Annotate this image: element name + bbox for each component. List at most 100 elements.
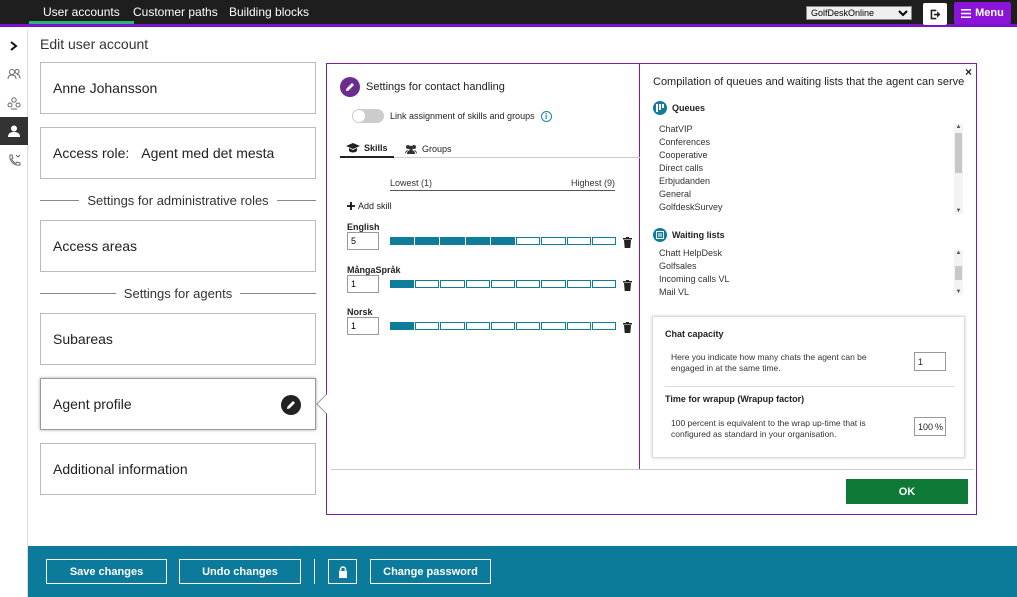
- skill-level-input[interactable]: [347, 317, 379, 335]
- tab-groups[interactable]: Groups: [398, 139, 458, 158]
- save-changes-button[interactable]: Save changes: [46, 559, 167, 584]
- skill-level-segment[interactable]: [415, 237, 440, 245]
- scroll-down-icon[interactable]: ▼: [954, 289, 963, 295]
- lock-button[interactable]: [328, 559, 357, 584]
- skill-level-segment[interactable]: [541, 237, 566, 245]
- skill-level-segment[interactable]: [566, 237, 591, 245]
- skill-level-segment[interactable]: [440, 322, 465, 330]
- queues-icon: [653, 101, 667, 115]
- nav-tab-user-accounts[interactable]: User accounts: [29, 0, 134, 24]
- list-item[interactable]: Cooperative: [659, 149, 964, 162]
- skill-level-segment[interactable]: [566, 322, 591, 330]
- skill-level-bar[interactable]: [390, 237, 616, 245]
- list-item[interactable]: Incoming calls VL: [659, 273, 964, 286]
- additional-info-label: Additional information: [53, 461, 188, 477]
- sidebar-item-roles[interactable]: [0, 89, 28, 117]
- organisation-select[interactable]: GolfDeskOnline: [806, 6, 912, 20]
- queues-scrollbar[interactable]: ▲ ▼: [954, 124, 963, 214]
- skill-level-segment[interactable]: [541, 280, 566, 288]
- list-item[interactable]: Conferences: [659, 136, 964, 149]
- change-password-button[interactable]: Change password: [370, 559, 491, 584]
- skill-level-segment[interactable]: [415, 280, 440, 288]
- waiting-lists-list[interactable]: Chatt HelpDesk Golfsales Incoming calls VL…: [659, 247, 964, 297]
- sidebar-item-phone[interactable]: [0, 146, 28, 174]
- skill-level-segment[interactable]: [465, 322, 490, 330]
- waiting-lists-scrollbar[interactable]: ▲ ▼: [954, 250, 963, 295]
- access-role-card[interactable]: Access role: Agent med det mesta: [40, 127, 316, 179]
- skill-level-segment[interactable]: [516, 280, 541, 288]
- sidebar-item-groups[interactable]: [0, 60, 28, 88]
- section-agents-label: Settings for agents: [123, 285, 233, 301]
- undo-changes-button[interactable]: Undo changes: [179, 559, 301, 584]
- scroll-down-icon[interactable]: ▼: [954, 208, 963, 214]
- skill-level-segment[interactable]: [440, 237, 465, 245]
- skill-level-segment[interactable]: [440, 280, 465, 288]
- section-admin-roles-label: Settings for administrative roles: [87, 192, 269, 208]
- queues-list[interactable]: ChatVIP Conferences Cooperative Direct call…: [659, 123, 964, 215]
- list-item[interactable]: Erbjudanden: [659, 175, 964, 188]
- tab-skills[interactable]: Skills: [340, 139, 394, 158]
- list-item[interactable]: ChatVIP: [659, 123, 964, 136]
- settings-header: Settings for contact handling: [340, 77, 505, 97]
- capacity-divider: [665, 386, 955, 387]
- skill-level-segment[interactable]: [541, 322, 566, 330]
- skill-level-segment[interactable]: [465, 237, 490, 245]
- access-areas-card[interactable]: Access areas: [40, 220, 316, 272]
- delete-skill-button[interactable]: [623, 320, 632, 338]
- agent-profile-card[interactable]: Agent profile: [40, 378, 316, 430]
- waiting-scroll-thumb[interactable]: [955, 266, 962, 280]
- info-icon[interactable]: i: [540, 110, 552, 122]
- scroll-up-icon[interactable]: ▲: [954, 124, 963, 130]
- skill-level-segment[interactable]: [390, 322, 415, 330]
- logout-button[interactable]: [923, 3, 947, 25]
- skill-level-segment[interactable]: [591, 322, 616, 330]
- list-item[interactable]: Golfsales: [659, 260, 964, 273]
- list-item[interactable]: Direct calls: [659, 162, 964, 175]
- skill-level-segment[interactable]: [415, 322, 440, 330]
- skill-level-segment[interactable]: [591, 237, 616, 245]
- skill-level-segment[interactable]: [490, 322, 516, 330]
- skill-level-input[interactable]: [347, 232, 379, 250]
- skill-row: MångaSpråk: [347, 265, 637, 301]
- skill-level-bar[interactable]: [390, 280, 616, 288]
- list-item[interactable]: Mail VL: [659, 286, 964, 297]
- ok-button[interactable]: OK: [846, 479, 968, 504]
- subareas-card[interactable]: Subareas: [40, 313, 316, 365]
- chat-capacity-input[interactable]: 1: [914, 352, 946, 371]
- skill-level-segment[interactable]: [390, 280, 415, 288]
- skill-level-segment[interactable]: [490, 280, 516, 288]
- delete-skill-button[interactable]: [623, 235, 632, 253]
- skill-level-segment[interactable]: [566, 280, 591, 288]
- skill-level-segment[interactable]: [490, 237, 516, 245]
- skill-level-segment[interactable]: [465, 280, 490, 288]
- chevron-right-icon: [10, 41, 18, 51]
- skill-level-bar[interactable]: [390, 322, 616, 330]
- queues-scroll-thumb[interactable]: [955, 133, 962, 173]
- user-name: Anne Johansson: [53, 80, 158, 96]
- skill-level-input[interactable]: [347, 275, 379, 293]
- tab-skills-label: Skills: [364, 142, 388, 153]
- add-skill-button[interactable]: Add skill: [347, 201, 392, 211]
- sidebar-item-user-accounts[interactable]: [0, 117, 28, 145]
- user-name-card[interactable]: Anne Johansson: [40, 62, 316, 114]
- nav-tab-building-blocks[interactable]: Building blocks: [215, 0, 323, 24]
- edit-agent-profile-button[interactable]: [281, 395, 301, 415]
- scroll-up-icon[interactable]: ▲: [954, 250, 963, 256]
- expand-sidebar-button[interactable]: [0, 32, 28, 60]
- menu-button[interactable]: Menu: [954, 2, 1011, 24]
- skill-name: Norsk: [347, 307, 373, 317]
- skill-level-segment[interactable]: [390, 237, 415, 245]
- skill-name: English: [347, 222, 380, 232]
- list-item[interactable]: General: [659, 188, 964, 201]
- additional-info-card[interactable]: Additional information: [40, 443, 316, 495]
- skill-level-segment[interactable]: [516, 322, 541, 330]
- waiting-lists-label: Waiting lists: [672, 230, 725, 240]
- contact-handling-dialog: × Settings for contact handling Link ass…: [316, 63, 977, 515]
- skill-level-segment[interactable]: [516, 237, 541, 245]
- list-item[interactable]: Chatt HelpDesk: [659, 247, 964, 260]
- link-assignment-toggle[interactable]: [352, 109, 384, 123]
- delete-skill-button[interactable]: [623, 278, 632, 296]
- wrapup-input[interactable]: 100 %: [914, 417, 946, 436]
- skill-level-segment[interactable]: [591, 280, 616, 288]
- list-item[interactable]: GolfdeskSurvey: [659, 201, 964, 214]
